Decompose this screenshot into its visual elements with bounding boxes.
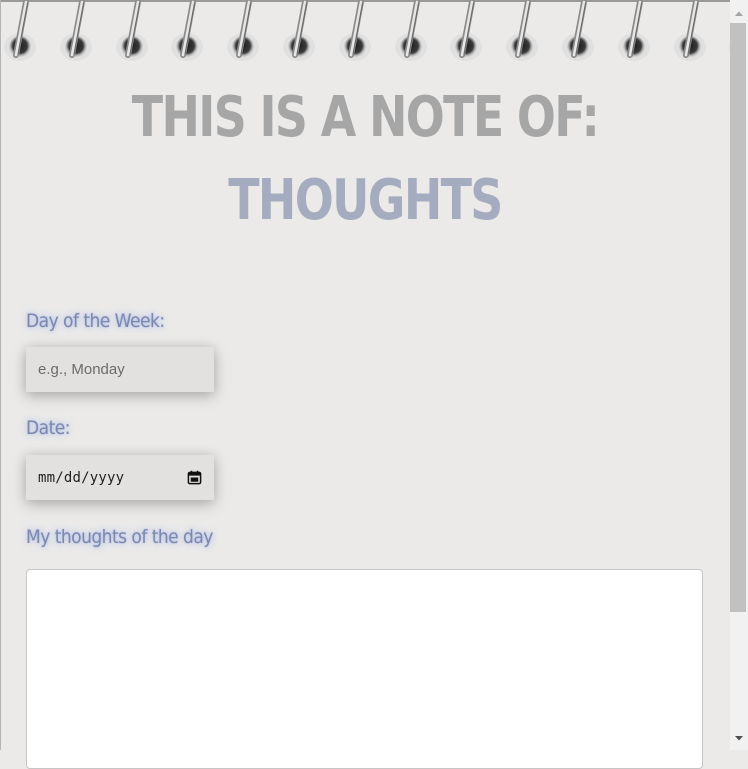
chevron-down-icon[interactable] [730, 729, 748, 747]
spiral-ring-icon [112, 0, 152, 70]
spiral-ring-icon [0, 0, 40, 70]
day-of-week-label: Day of the Week: [26, 310, 165, 332]
spiral-ring-icon [614, 0, 654, 70]
spiral-ring-icon [335, 0, 375, 70]
calendar-icon[interactable] [187, 470, 202, 485]
page-title-line2: THOUGHTS [228, 168, 503, 233]
chevron-up-icon[interactable] [730, 5, 748, 23]
notebook-page: THIS IS A NOTE OF: THOUGHTS Day of the W… [0, 0, 748, 769]
spiral-binding [0, 0, 730, 70]
date-label: Date: [26, 417, 70, 439]
day-of-week-input[interactable] [26, 347, 214, 392]
scrollbar-thumb[interactable] [730, 23, 746, 612]
date-format-placeholder: mm/dd/yyyy [38, 469, 125, 486]
spiral-ring-icon [391, 0, 431, 70]
spiral-ring-icon [558, 0, 598, 70]
spiral-ring-icon [279, 0, 319, 70]
thoughts-label: My thoughts of the day [26, 526, 213, 548]
spiral-ring-icon [56, 0, 96, 70]
spiral-ring-icon [223, 0, 263, 70]
spiral-ring-icon [167, 0, 207, 70]
page-title-line1: THIS IS A NOTE OF: [131, 85, 600, 150]
vertical-scrollbar[interactable] [730, 0, 748, 750]
window-left-border [0, 0, 1, 750]
thoughts-textarea[interactable] [26, 569, 703, 769]
spiral-ring-icon [670, 0, 710, 70]
spiral-ring-icon [502, 0, 542, 70]
spiral-ring-icon [446, 0, 486, 70]
date-input[interactable]: mm/dd/yyyy [26, 455, 214, 500]
